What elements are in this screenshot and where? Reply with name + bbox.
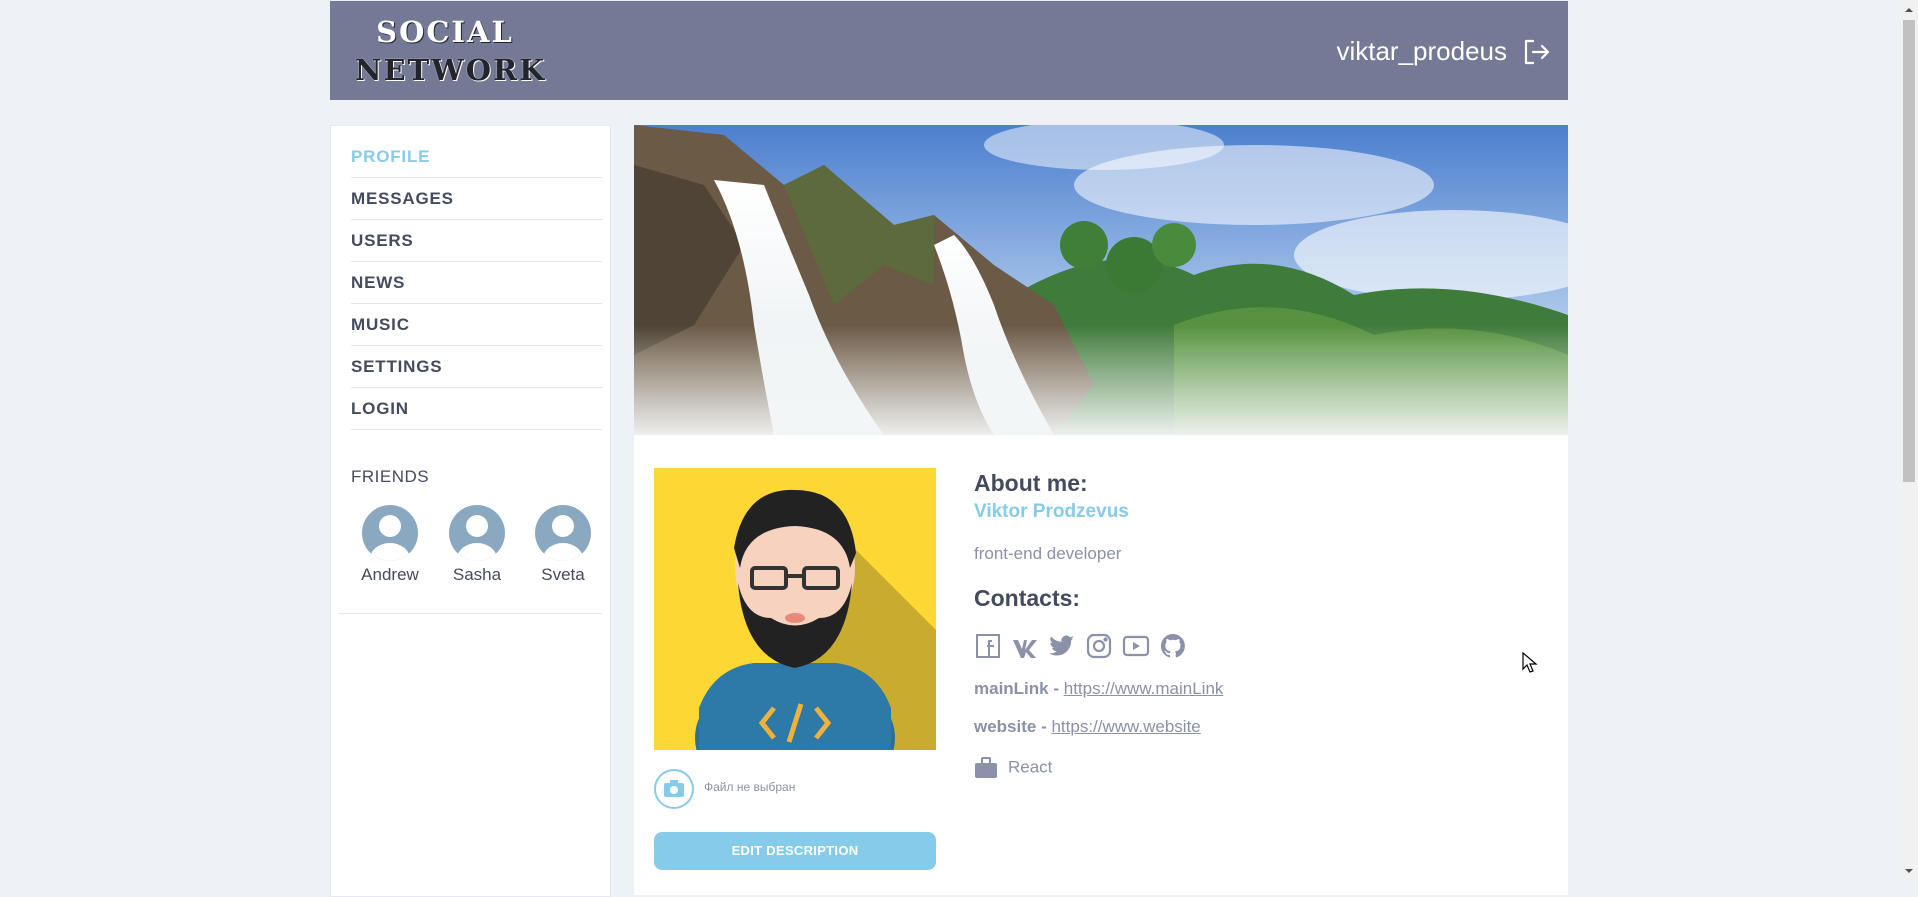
contact-link-separator: - (1048, 679, 1064, 698)
friend-avatar-icon (449, 505, 505, 561)
sidebar: PROFILE MESSAGES USERS NEWS MUSIC SETTIN… (330, 125, 611, 897)
profile-main: Файл не выбран EDIT DESCRIPTION About me… (634, 125, 1568, 895)
site-logo[interactable]: SOCIAL NETWORK (355, 13, 547, 89)
scroll-down-icon[interactable] (1900, 863, 1918, 879)
sidebar-item-profile[interactable]: PROFILE (351, 136, 602, 178)
sidebar-item-users[interactable]: USERS (351, 220, 602, 262)
mouse-cursor-icon (1522, 652, 1538, 673)
sidebar-item-music[interactable]: MUSIC (351, 304, 602, 346)
edit-description-button[interactable]: EDIT DESCRIPTION (654, 832, 936, 870)
facebook-icon[interactable] (974, 632, 1002, 660)
youtube-icon[interactable] (1122, 632, 1150, 660)
vk-icon[interactable] (1011, 632, 1039, 660)
friend-name: Sasha (452, 565, 502, 584)
logout-icon[interactable] (1522, 38, 1550, 66)
contact-link-label: mainLink (974, 679, 1049, 698)
profile-full-name: Viktor Prodzevus (974, 501, 1129, 522)
logo-line-1: SOCIAL (376, 15, 514, 49)
contact-link-row: website - https://www.website (974, 717, 1201, 737)
profile-avatar (654, 468, 936, 750)
instagram-icon[interactable] (1085, 632, 1113, 660)
skill-label: React (1008, 757, 1053, 777)
briefcase-icon (975, 757, 997, 778)
about-title: About me: (974, 470, 1088, 496)
logo-line-2: NETWORK (355, 53, 547, 87)
sidebar-item-messages[interactable]: MESSAGES (351, 178, 602, 220)
scroll-thumb[interactable] (1903, 20, 1915, 482)
camera-icon[interactable] (654, 769, 694, 809)
friend-item[interactable]: Sasha (442, 505, 512, 585)
sidebar-item-settings[interactable]: SETTINGS (351, 346, 602, 388)
contact-link-url[interactable]: https://www.website (1051, 717, 1200, 736)
friend-name: Sveta (541, 565, 585, 584)
contacts-title: Contacts: (974, 585, 1081, 611)
profile-banner-image (634, 125, 1568, 435)
friend-avatar-icon (535, 505, 591, 561)
job-description: front-end developer (974, 544, 1122, 563)
twitter-icon[interactable] (1048, 632, 1076, 660)
github-icon[interactable] (1159, 632, 1187, 660)
divider (339, 613, 602, 614)
friend-name: Andrew (361, 565, 419, 584)
app-header: SOCIAL NETWORK viktar_prodeus (330, 1, 1568, 100)
sidebar-nav: PROFILE MESSAGES USERS NEWS MUSIC SETTIN… (351, 136, 602, 430)
friends-list: Andrew Sasha Sveta (355, 505, 615, 585)
sidebar-item-login[interactable]: LOGIN (351, 388, 602, 430)
contact-link-url[interactable]: https://www.mainLink (1064, 679, 1224, 698)
contact-link-row: mainLink - https://www.mainLink (974, 679, 1223, 699)
page-scrollbar[interactable] (1900, 0, 1918, 881)
skill-row: React (974, 757, 1052, 779)
username-label: viktar_prodeus (1336, 36, 1507, 66)
friend-avatar-icon (362, 505, 418, 561)
file-input-label[interactable]: Файл не выбран (704, 780, 795, 794)
friend-item[interactable]: Sveta (528, 505, 598, 585)
friends-title: FRIENDS (351, 467, 430, 486)
sidebar-item-news[interactable]: NEWS (351, 262, 602, 304)
contact-link-separator: - (1036, 717, 1052, 736)
contact-link-label: website (974, 717, 1037, 736)
friend-item[interactable]: Andrew (355, 505, 425, 585)
scroll-up-icon[interactable] (1900, 2, 1918, 18)
